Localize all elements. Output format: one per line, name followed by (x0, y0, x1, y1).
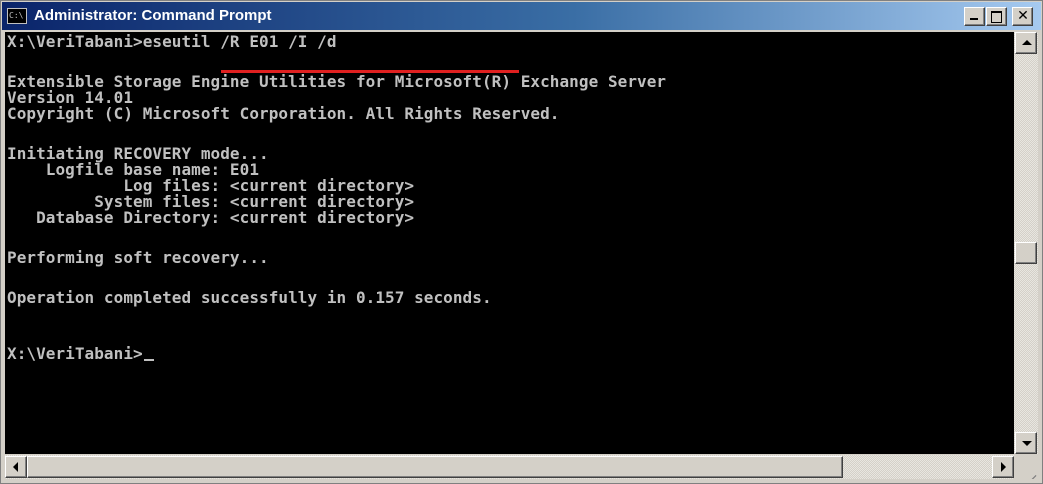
resize-grip-icon[interactable] (1014, 455, 1038, 479)
vertical-scrollbar[interactable] (1014, 32, 1038, 454)
horizontal-scroll-thumb[interactable] (27, 456, 843, 478)
horizontal-scrollbar[interactable] (5, 455, 1014, 479)
title-bar[interactable]: C:\ Administrator: Command Prompt ✕ (2, 2, 1041, 30)
window-title: Administrator: Command Prompt (34, 7, 272, 24)
command-prompt-window: C:\ Administrator: Command Prompt ✕ X:\V… (0, 0, 1043, 484)
console-line: Performing soft recovery... (7, 248, 269, 267)
console-prompt-line[interactable]: X:\VeriTabani> (7, 346, 154, 362)
console-output[interactable]: X:\VeriTabani>eseutil /R E01 /I /d Exten… (5, 32, 1014, 454)
arrow-down-icon (1022, 441, 1032, 446)
console-line: Database Directory: <current directory> (7, 208, 415, 227)
arrow-up-icon (1022, 40, 1032, 45)
console-line: Operation completed successfully in 0.15… (7, 288, 492, 307)
command-prompt-icon[interactable]: C:\ (7, 8, 27, 24)
maximize-button[interactable] (986, 7, 1007, 26)
scroll-right-button[interactable] (992, 456, 1014, 478)
scroll-up-button[interactable] (1015, 32, 1037, 54)
close-button[interactable]: ✕ (1012, 7, 1033, 26)
vertical-scroll-thumb[interactable] (1015, 242, 1037, 264)
minimize-icon (970, 18, 978, 20)
minimize-button[interactable] (964, 7, 985, 26)
arrow-right-icon (1001, 462, 1006, 472)
maximize-icon (991, 11, 1002, 23)
console-prompt: X:\VeriTabani> (7, 344, 143, 363)
console-line: Copyright (C) Microsoft Corporation. All… (7, 104, 560, 123)
close-icon: ✕ (1017, 8, 1029, 24)
arrow-left-icon (13, 462, 18, 472)
scroll-left-button[interactable] (5, 456, 27, 478)
text-cursor (143, 359, 154, 361)
scroll-down-button[interactable] (1015, 432, 1037, 454)
console-line-command: X:\VeriTabani>eseutil /R E01 /I /d (7, 32, 337, 51)
